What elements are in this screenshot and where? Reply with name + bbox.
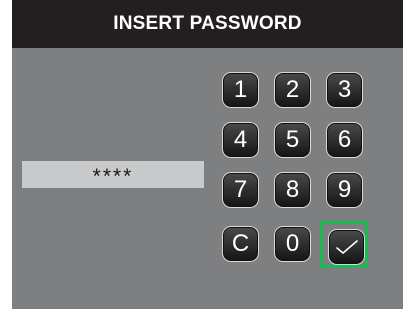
key-8[interactable]: 8 bbox=[274, 172, 311, 208]
key-3[interactable]: 3 bbox=[326, 72, 363, 108]
key-4[interactable]: 4 bbox=[222, 122, 259, 158]
header-bar: INSERT PASSWORD bbox=[12, 0, 403, 48]
key-label: 6 bbox=[337, 126, 352, 153]
key-label: 4 bbox=[233, 126, 248, 153]
key-label: 5 bbox=[285, 126, 300, 153]
key-5[interactable]: 5 bbox=[274, 122, 311, 158]
key-6[interactable]: 6 bbox=[326, 122, 363, 158]
key-2[interactable]: 2 bbox=[274, 72, 311, 108]
key-1[interactable]: 1 bbox=[222, 72, 259, 108]
key-label: C bbox=[231, 230, 250, 257]
key-label: 9 bbox=[337, 176, 352, 203]
key-7[interactable]: 7 bbox=[222, 172, 259, 208]
key-9[interactable]: 9 bbox=[326, 172, 363, 208]
checkmark-icon bbox=[335, 240, 358, 254]
page-title: INSERT PASSWORD bbox=[113, 13, 302, 34]
password-value: **** bbox=[92, 164, 134, 188]
key-clear[interactable]: C bbox=[222, 226, 259, 262]
key-label: 8 bbox=[285, 176, 300, 203]
key-0[interactable]: 0 bbox=[274, 226, 311, 262]
key-label: 0 bbox=[285, 230, 300, 257]
confirm-highlight bbox=[320, 221, 368, 268]
key-label: 1 bbox=[233, 76, 248, 103]
confirm-button[interactable] bbox=[328, 229, 365, 265]
key-label: 2 bbox=[285, 76, 300, 103]
key-label: 7 bbox=[233, 176, 248, 203]
password-field[interactable]: **** bbox=[22, 161, 204, 188]
key-label: 3 bbox=[337, 76, 352, 103]
